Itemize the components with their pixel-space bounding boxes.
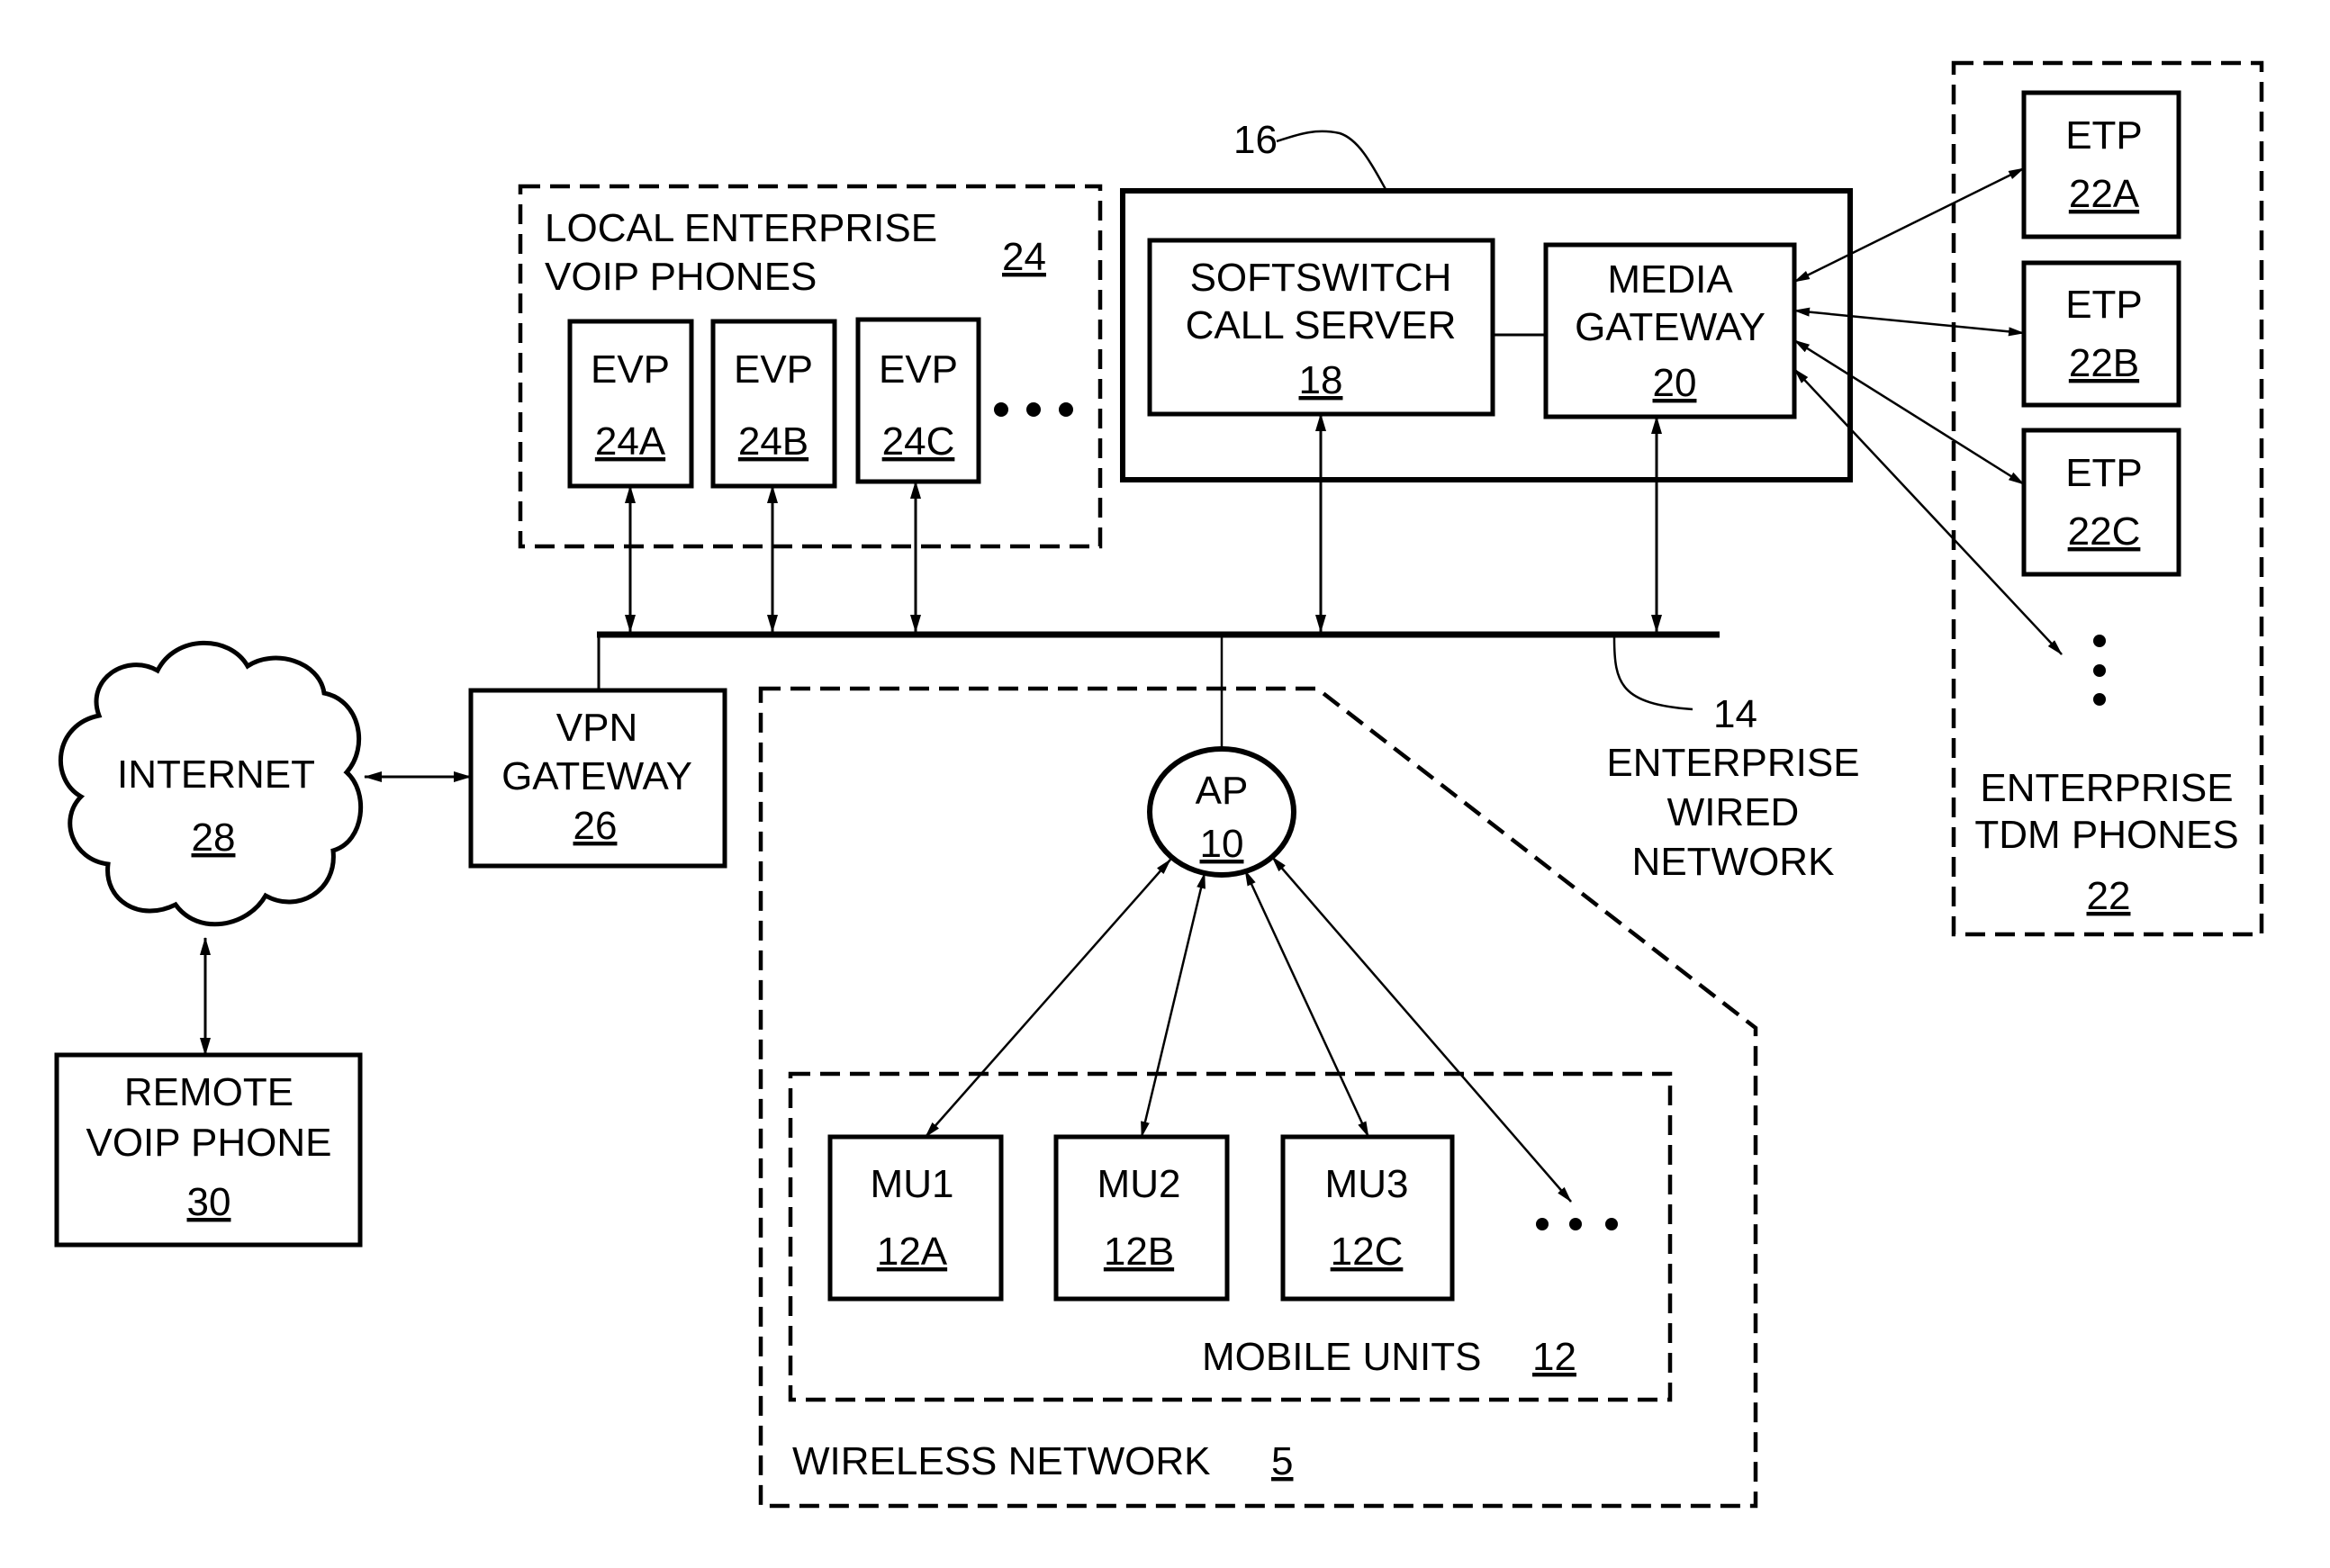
tdm-phones-group: ETP 22A ETP 22B ETP 22C ENTERPRISE TDM P… <box>1951 60 2264 937</box>
vpn-gateway-ref: 26 <box>573 804 618 848</box>
etp-phone-22a: ETP 22A <box>2021 90 2181 239</box>
softswitch-line2: CALL SERVER <box>1186 303 1457 347</box>
etp-ref: 22B <box>2069 341 2139 385</box>
etp-phone-22c: ETP 22C <box>2021 428 2181 577</box>
wired-network-line3: NETWORK <box>1632 840 1835 884</box>
evp-ref: 24A <box>595 419 666 464</box>
etp-vertical-ellipsis-icon <box>2093 635 2106 706</box>
etp-label: ETP <box>2065 283 2143 327</box>
mobile-units-ref: 12 <box>1532 1335 1576 1379</box>
evp-ref: 24C <box>882 419 955 464</box>
vpn-gateway-line1: VPN <box>556 706 637 750</box>
evp-ref: 24B <box>738 419 808 464</box>
mu-label: MU2 <box>1097 1162 1181 1206</box>
local-enterprise-title-line2: VOIP PHONES <box>545 255 817 299</box>
mu-ref: 12A <box>877 1230 948 1274</box>
evp-label: EVP <box>591 347 670 392</box>
mu-ref: 12B <box>1104 1230 1174 1274</box>
etp-label: ETP <box>2065 451 2143 495</box>
evp-phone-24a: EVP 24A <box>567 319 694 489</box>
local-enterprise-voip-group: LOCAL ENTERPRISE VOIP PHONES 24 EVP 24A … <box>518 184 1103 549</box>
evp-phone-24c: EVP 24C <box>855 317 981 484</box>
mobile-units-title: MOBILE UNITS <box>1202 1335 1482 1379</box>
mu-ellipsis-icon <box>1536 1218 1618 1230</box>
link-gateway-more <box>1793 368 2063 655</box>
link-ap-mu2 <box>1140 872 1206 1138</box>
call-system-ref: 16 <box>1233 118 1278 162</box>
remote-phone-line1: REMOTE <box>124 1070 294 1114</box>
softswitch-call-server: SOFTSWITCH CALL SERVER 18 <box>1147 238 1495 417</box>
link-ap-mu1 <box>925 859 1171 1138</box>
ap-label: AP <box>1196 769 1249 813</box>
etp-ref: 22A <box>2069 172 2140 216</box>
etp-label: ETP <box>2065 113 2143 158</box>
call-system-leader-line <box>1276 130 1388 192</box>
tdm-phones-title-line1: ENTERPRISE <box>1980 766 2233 810</box>
etp-ref: 22C <box>2068 509 2141 554</box>
media-gateway: MEDIA GATEWAY 20 <box>1543 242 1797 419</box>
media-gateway-line2: GATEWAY <box>1575 305 1766 349</box>
evp-label: EVP <box>879 347 958 392</box>
call-system-group: 16 SOFTSWITCH CALL SERVER 18 MEDIA GATEW… <box>1120 118 1853 482</box>
ap-ref: 10 <box>1200 822 1244 866</box>
mobile-units-group: MU1 12A MU2 12B MU3 12C MOBILE UNITS 12 <box>788 1071 1673 1402</box>
evp-phone-24b: EVP 24B <box>710 319 837 489</box>
local-enterprise-ref: 24 <box>1002 235 1046 279</box>
evp-ellipsis-icon <box>994 402 1073 417</box>
mobile-unit-12b: MU2 12B <box>1053 1134 1230 1302</box>
mu-ref: 12C <box>1331 1230 1404 1274</box>
softswitch-line1: SOFTSWITCH <box>1190 256 1452 300</box>
etp-phone-22b: ETP 22B <box>2021 260 2181 408</box>
local-enterprise-title-line1: LOCAL ENTERPRISE <box>545 206 937 250</box>
wireless-network-ref: 5 <box>1271 1439 1293 1483</box>
wired-network-line1: ENTERPRISE <box>1606 741 1859 785</box>
mu-label: MU3 <box>1325 1162 1409 1206</box>
network-diagram: LOCAL ENTERPRISE VOIP PHONES 24 EVP 24A … <box>54 60 2264 1509</box>
tdm-phones-ref: 22 <box>2087 874 2131 918</box>
evp-label: EVP <box>734 347 813 392</box>
wired-network-leader-line <box>1612 636 1693 711</box>
wired-network-ref: 14 <box>1713 692 1757 736</box>
remote-phone-line2: VOIP PHONE <box>86 1121 331 1165</box>
mu-label: MU1 <box>871 1162 954 1206</box>
media-gateway-ref: 20 <box>1653 361 1697 405</box>
remote-phone-ref: 30 <box>187 1180 231 1224</box>
media-gateway-line1: MEDIA <box>1607 257 1733 302</box>
vpn-gateway-line2: GATEWAY <box>501 754 692 798</box>
wireless-network-title: WIRELESS NETWORK <box>792 1439 1211 1483</box>
mobile-unit-12c: MU3 12C <box>1280 1134 1455 1302</box>
internet-label: INTERNET <box>117 752 315 797</box>
vpn-gateway: VPN GATEWAY 26 <box>468 688 727 869</box>
mobile-unit-12a: MU1 12A <box>827 1134 1004 1302</box>
link-ap-mu3 <box>1243 870 1370 1138</box>
wired-network-line2: WIRED <box>1667 790 1800 834</box>
wireless-network-group: WIRELESS NETWORK 5 AP 10 MU1 12A MU2 12B <box>758 686 1758 1509</box>
internet-ref: 28 <box>192 816 236 860</box>
remote-voip-phone: REMOTE VOIP PHONE 30 <box>54 1052 363 1248</box>
softswitch-ref: 18 <box>1299 358 1343 402</box>
tdm-phones-title-line2: TDM PHONES <box>1974 813 2238 857</box>
internet-cloud: INTERNET 28 <box>59 640 364 927</box>
access-point: AP 10 <box>1147 746 1296 878</box>
